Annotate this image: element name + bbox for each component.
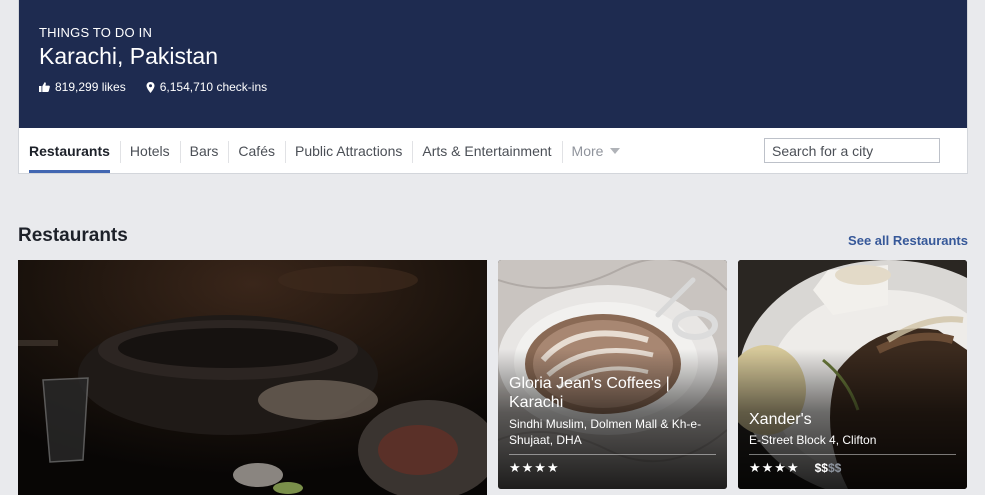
restaurant-card-xanders[interactable]: Xander's E-Street Block 4, Clifton ★★★★ … <box>738 260 967 489</box>
hero-banner: THINGS TO DO IN Karachi, Pakistan 819,29… <box>19 0 967 128</box>
tab-arts-entertainment[interactable]: Arts & Entertainment <box>412 129 561 173</box>
card-meta: ★★★★ $$$$ <box>749 460 956 476</box>
restaurant-address: Sindhi Muslim, Dolmen Mall & Kh-e-Shujaa… <box>509 417 702 447</box>
restaurant-card-gloria-jeans[interactable]: Gloria Jean's Coffees | Karachi Sindhi M… <box>498 260 727 489</box>
stats-row: 819,299 likes 6,154,710 check-ins <box>39 80 287 94</box>
tab-cafes[interactable]: Cafés <box>228 129 285 173</box>
likes-stat: 819,299 likes <box>39 80 126 94</box>
restaurant-name[interactable]: Xander's <box>749 410 956 429</box>
see-all-restaurants-link[interactable]: See all Restaurants <box>848 233 968 248</box>
price-active: $$ <box>814 461 828 475</box>
restaurant-photo <box>18 260 487 495</box>
restaurant-name[interactable]: Gloria Jean's Coffees | Karachi <box>509 374 716 412</box>
card-divider <box>749 454 956 455</box>
card-info: Xander's E-Street Block 4, Clifton ★★★★ … <box>749 410 956 476</box>
eyebrow-label: THINGS TO DO IN <box>39 25 153 40</box>
caret-down-icon <box>610 148 621 154</box>
card-divider <box>509 454 716 455</box>
tab-public-attractions[interactable]: Public Attractions <box>284 129 412 173</box>
page-header-card: THINGS TO DO IN Karachi, Pakistan 819,29… <box>18 0 968 174</box>
likes-count: 819,299 likes <box>55 80 126 94</box>
thumbs-up-icon <box>39 82 50 92</box>
checkins-count: 6,154,710 check-ins <box>159 80 268 94</box>
card-info: Gloria Jean's Coffees | Karachi Sindhi M… <box>509 374 716 476</box>
price-inactive: $$ <box>827 461 842 475</box>
featured-restaurant-card[interactable] <box>18 260 487 495</box>
tab-more[interactable]: More <box>561 129 631 173</box>
star-rating: ★★★★ <box>509 460 560 475</box>
city-search-input[interactable] <box>764 138 940 163</box>
restaurant-address: E-Street Block 4, Clifton <box>749 433 877 447</box>
section-title: Restaurants <box>18 225 128 246</box>
city-title: Karachi, Pakistan <box>39 43 218 69</box>
tab-more-label: More <box>571 143 604 159</box>
tab-restaurants[interactable]: Restaurants <box>19 129 120 173</box>
star-rating: ★★★★ <box>749 460 800 475</box>
map-pin-icon <box>146 81 155 93</box>
card-meta: ★★★★ <box>509 460 716 476</box>
tab-bars[interactable]: Bars <box>179 129 229 173</box>
checkins-stat: 6,154,710 check-ins <box>146 80 267 94</box>
tab-hotels[interactable]: Hotels <box>119 129 180 173</box>
category-tabs: Restaurants Hotels Bars Cafés Public Att… <box>19 129 967 173</box>
price-level: $$$$ <box>815 461 842 475</box>
